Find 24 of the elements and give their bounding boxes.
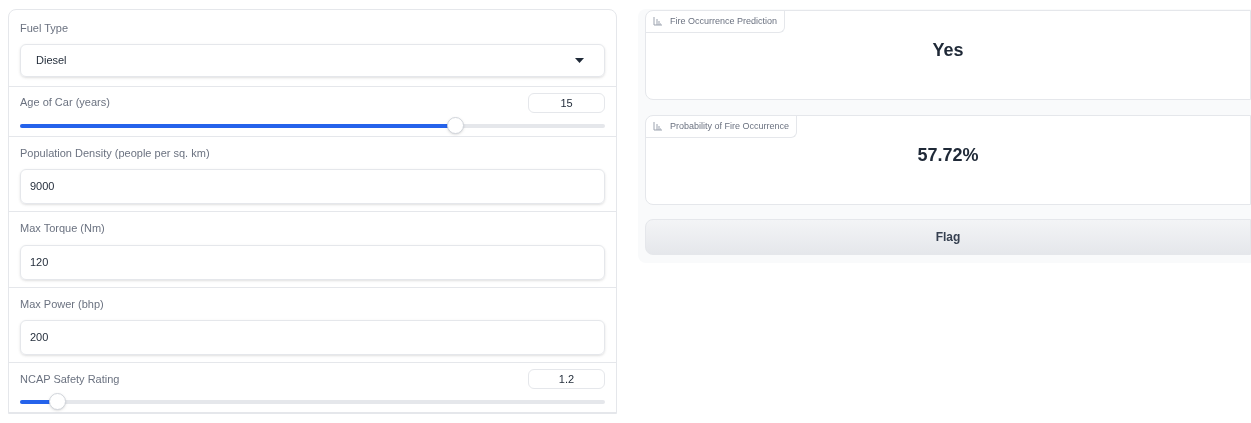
slider[interactable] (20, 116, 605, 134)
output-value: Yes (932, 39, 964, 62)
chart-icon (653, 17, 662, 26)
field-label: Max Torque (Nm) (20, 221, 106, 236)
field-label: Fuel Type (20, 21, 70, 36)
output-value: 57.72% (917, 144, 979, 167)
field-label: NCAP Safety Rating (20, 371, 120, 387)
field-label: Max Power (bhp) (20, 296, 105, 312)
output-label: Fire Occurrence Prediction (646, 11, 786, 33)
output-label: Probability of Fire Occurrence (646, 116, 798, 138)
number-field[interactable]: 9000 (20, 169, 605, 204)
dropdown[interactable]: Diesel (20, 43, 605, 77)
caret-icon (575, 57, 584, 63)
slider-thumb[interactable] (48, 393, 66, 410)
chart-icon (653, 122, 662, 131)
field-label: Population Density (people per sq. km) (20, 145, 211, 161)
field-label: Age of Car (years) (20, 95, 110, 111)
slider[interactable] (20, 393, 605, 410)
value-field[interactable]: 1.2 (528, 369, 605, 389)
number-field[interactable]: 200 (20, 320, 605, 355)
number-field[interactable]: 120 (20, 244, 605, 280)
flag-button[interactable]: Flag (645, 219, 1251, 255)
slider-thumb[interactable] (447, 116, 465, 134)
value-field[interactable]: 15 (528, 92, 605, 113)
